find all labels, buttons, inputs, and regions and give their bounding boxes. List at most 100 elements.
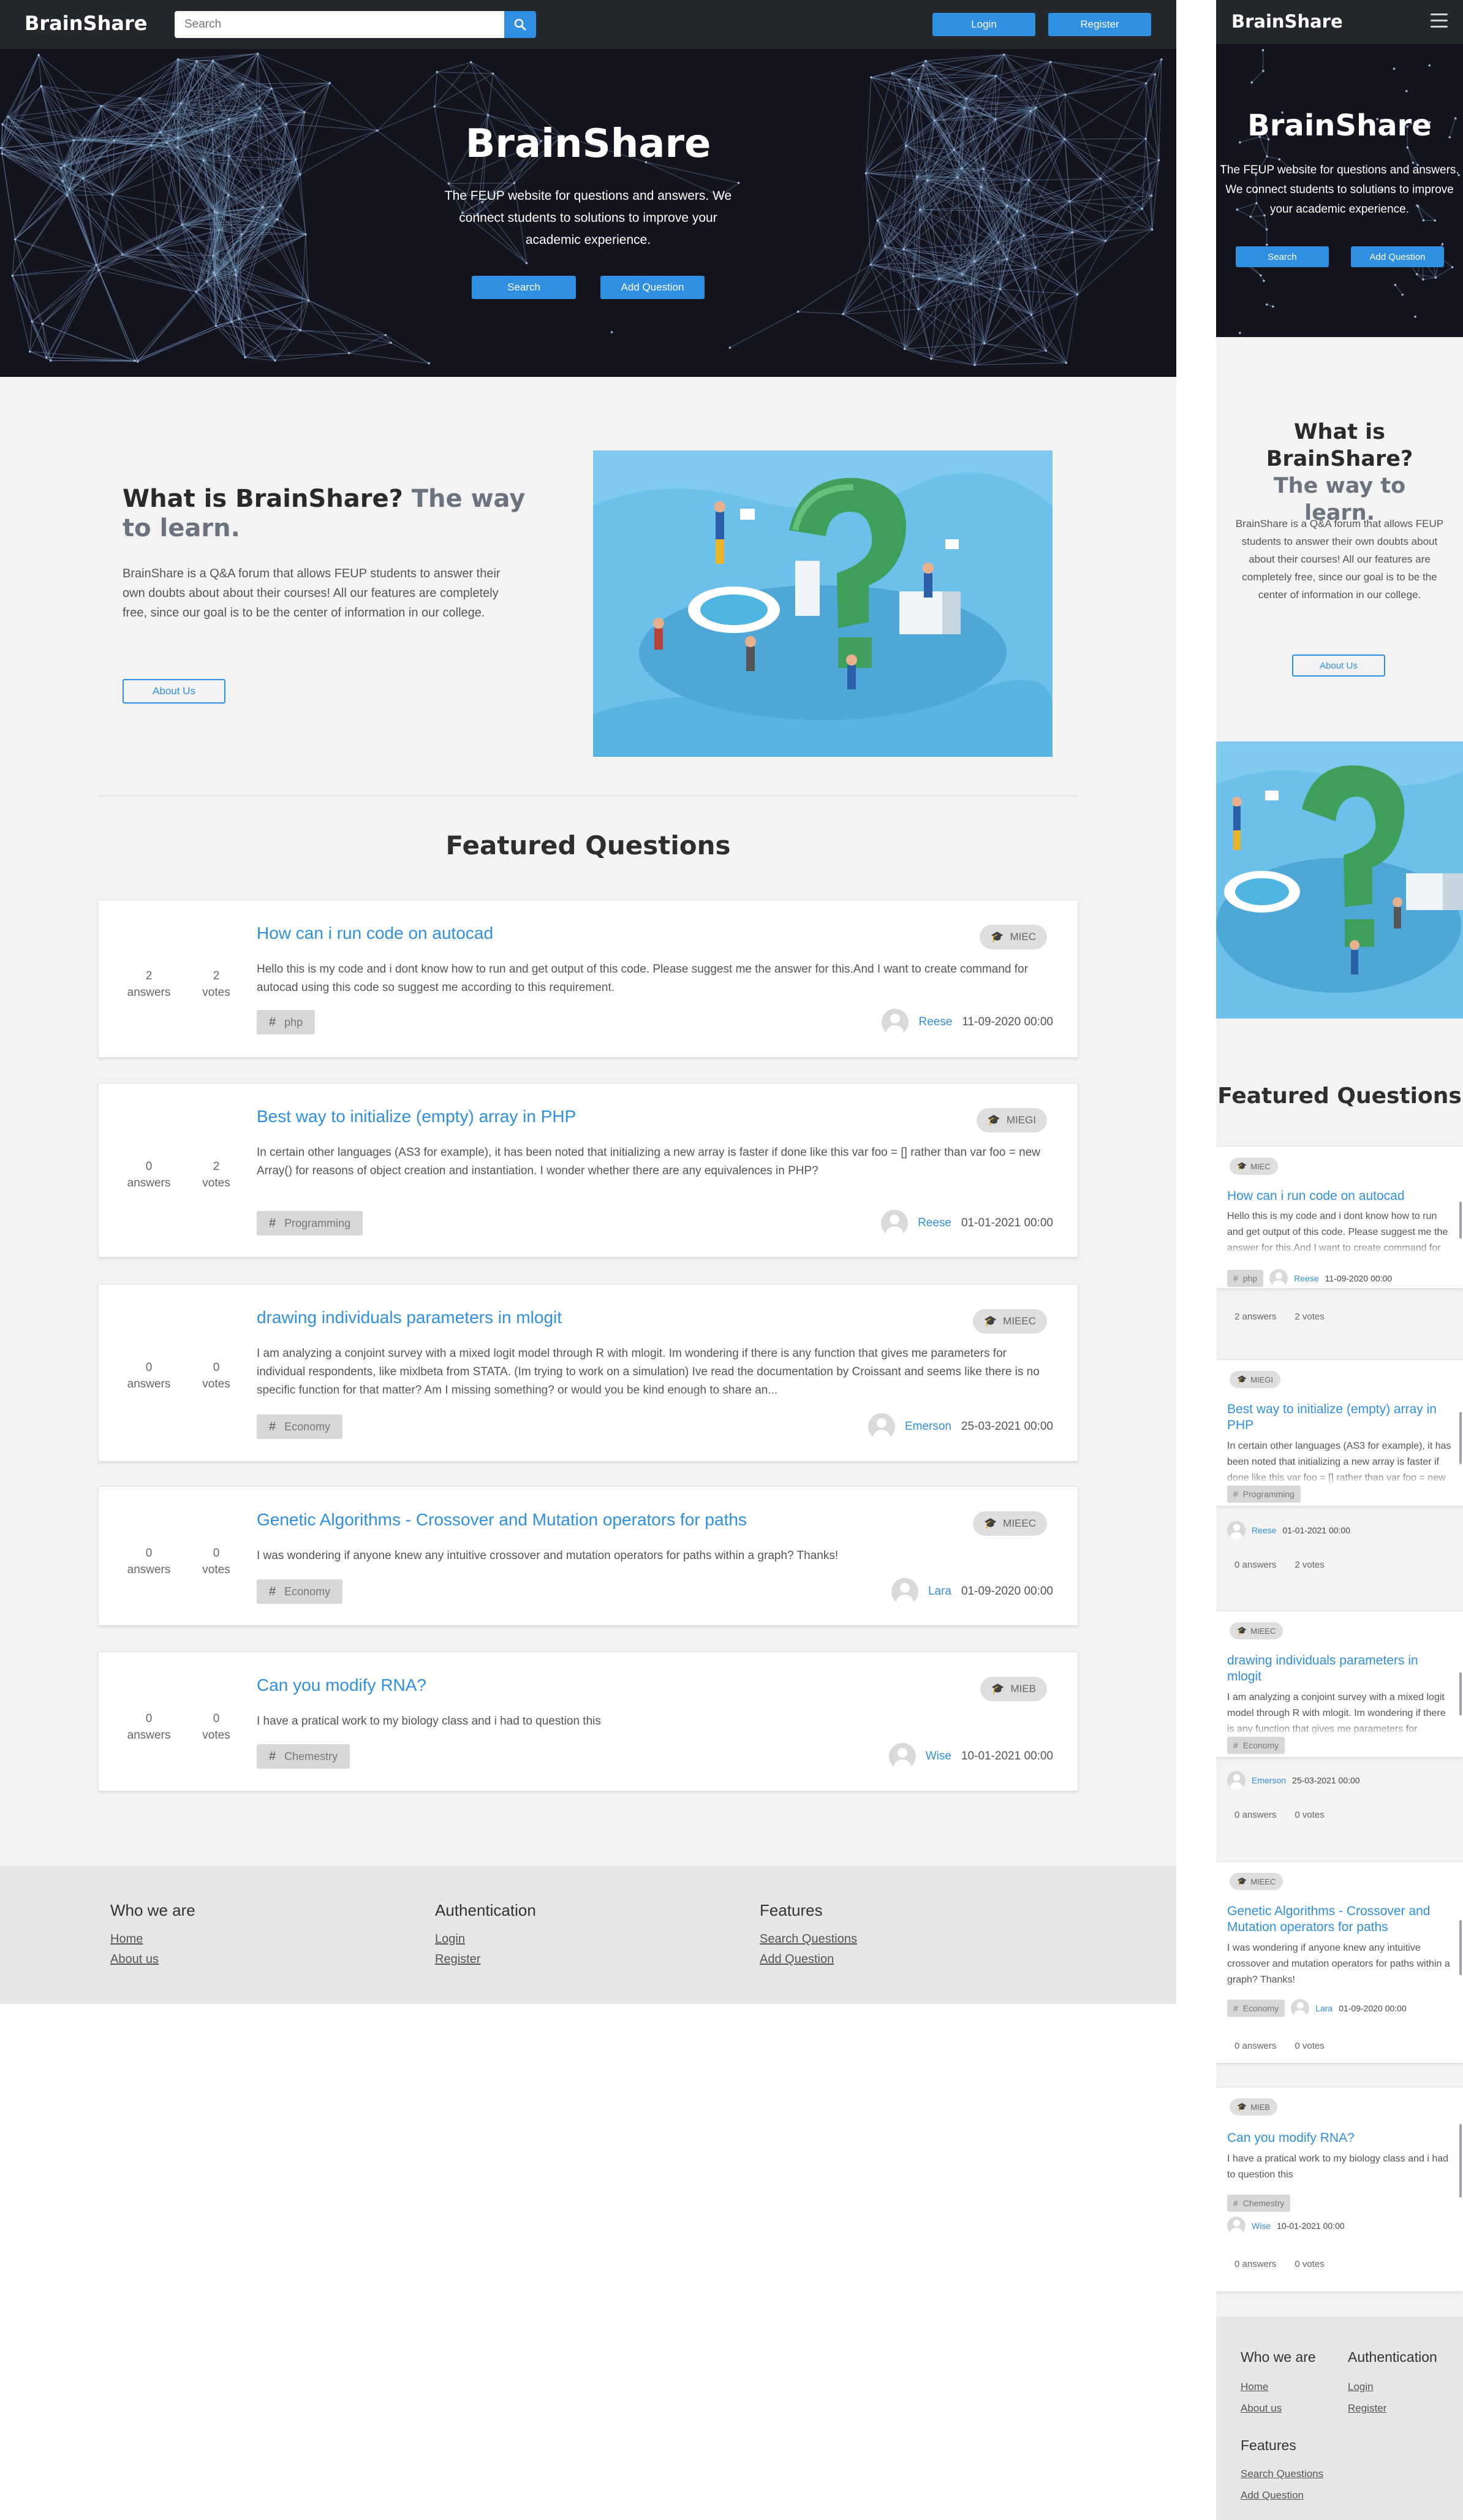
illustration-graphic (593, 450, 1053, 757)
hash-icon: # (269, 1216, 276, 1230)
question-tag[interactable]: # Economy (1227, 2000, 1285, 2017)
footer-link-home[interactable]: Home (1241, 2381, 1268, 2393)
author-name[interactable]: Reese (1252, 1525, 1276, 1535)
scrollbar[interactable] (1459, 1920, 1462, 1975)
author-name[interactable]: Wise (1252, 2221, 1271, 2231)
author-name[interactable]: Lara (1315, 2003, 1333, 2013)
answers-label: answers (127, 986, 171, 999)
author-name[interactable]: Reese (1294, 1273, 1318, 1283)
question-tag[interactable]: # Economy (1227, 1737, 1285, 1754)
author-name[interactable]: Wise (926, 1750, 951, 1763)
course-badge[interactable]: 🎓 MIEC (1230, 1158, 1278, 1175)
login-button[interactable]: Login (932, 13, 1035, 36)
navbar: BrainShare Login Register (0, 0, 1176, 49)
course-badge[interactable]: 🎓 MIEEC (972, 1511, 1047, 1536)
avatar[interactable] (1291, 1999, 1310, 2017)
course-badge[interactable]: 🎓 MIEEC (1230, 1622, 1283, 1639)
footer-link-login[interactable]: Login (1348, 2381, 1374, 2393)
question-card: 🎓 MIEGI Best way to initialize (empty) ar… (1216, 1359, 1463, 1506)
hero-add-question-button[interactable]: Add Question (1351, 246, 1444, 267)
avatar[interactable] (891, 1578, 918, 1605)
avatar[interactable] (1227, 1521, 1246, 1539)
footer-link-add-question[interactable]: Add Question (760, 1953, 857, 1967)
question-title[interactable]: How can i run code on autocad (257, 924, 493, 943)
author-name[interactable]: Reese (918, 1015, 952, 1029)
search-button[interactable] (504, 11, 536, 38)
votes-value: 0 (1295, 1810, 1300, 1820)
votes-label: votes (202, 1729, 230, 1742)
question-tag[interactable]: # Chemestry (257, 1744, 350, 1769)
course-badge[interactable]: 🎓 MIEC (980, 925, 1047, 949)
author-name[interactable]: Reese (918, 1216, 951, 1230)
question-title[interactable]: Can you modify RNA? (1227, 2130, 1454, 2146)
scrollbar[interactable] (1459, 1202, 1462, 1239)
question-tag[interactable]: # Chemestry (1227, 2195, 1291, 2212)
footer-link-register[interactable]: Register (1348, 2402, 1386, 2415)
scrollbar[interactable] (1459, 1412, 1462, 1464)
vote-count: 2 votes (192, 968, 241, 1001)
footer-link-register[interactable]: Register (435, 1953, 536, 1967)
votes-label: votes (1302, 1560, 1325, 1570)
footer-link-add-question[interactable]: Add Question (1241, 2489, 1304, 2502)
author-name[interactable]: Lara (928, 1585, 951, 1598)
hero-search-button[interactable]: Search (1236, 246, 1329, 267)
question-tag[interactable]: # Economy (257, 1579, 343, 1604)
avatar[interactable] (882, 1009, 909, 1036)
course-badge[interactable]: 🎓 MIEB (980, 1677, 1047, 1701)
course-badge[interactable]: 🎓 MIEGI (1230, 1371, 1281, 1388)
footer-link-about[interactable]: About us (110, 1953, 195, 1967)
scrollbar[interactable] (1459, 2124, 1462, 2198)
footer-link-about[interactable]: About us (1241, 2402, 1282, 2415)
question-tag[interactable]: # Programming (1227, 1486, 1301, 1503)
question-title[interactable]: Best way to initialize (empty) array in … (1227, 1402, 1454, 1433)
question-title[interactable]: Genetic Algorithms - Crossover and Mutat… (1227, 1903, 1454, 1935)
course-badge[interactable]: 🎓 MIEB (1230, 2098, 1277, 2116)
author-name[interactable]: Emerson (1252, 1775, 1286, 1785)
question-meta: # Programming (1227, 1484, 1301, 1505)
question-title[interactable]: Genetic Algorithms - Crossover and Mutat… (257, 1510, 747, 1530)
question-tag[interactable]: # php (1227, 1270, 1264, 1287)
search-input[interactable] (175, 11, 504, 38)
about-title: What is BrainShare? The way to learn. (123, 484, 527, 543)
question-title[interactable]: Can you modify RNA? (257, 1676, 426, 1695)
hamburger-menu-icon[interactable] (1431, 13, 1448, 28)
answers-value: 0 (145, 1361, 153, 1374)
question-author: Lara 01-09-2020 00:00 (891, 1578, 1053, 1605)
avatar[interactable] (1227, 1771, 1246, 1789)
avatar[interactable] (868, 1413, 895, 1440)
hero-search-button[interactable]: Search (472, 276, 576, 299)
question-date: 01-01-2021 00:00 (1282, 1525, 1351, 1535)
footer-link-login[interactable]: Login (435, 1932, 536, 1946)
question-title[interactable]: drawing individuals parameters in mlogit (1227, 1653, 1454, 1685)
avatar[interactable] (1269, 1269, 1288, 1288)
avatar[interactable] (881, 1210, 909, 1237)
course-badge[interactable]: 🎓 MIEEC (972, 1309, 1047, 1334)
question-stats: 0 answers 2 votes (1234, 1560, 1325, 1570)
question-mark-illustration (1216, 742, 1463, 1019)
question-title[interactable]: drawing individuals parameters in mlogit (257, 1308, 562, 1327)
footer-link-search-questions[interactable]: Search Questions (1241, 2468, 1323, 2480)
course-badge[interactable]: 🎓 MIEEC (1230, 1873, 1283, 1890)
scrollbar[interactable] (1459, 1672, 1462, 1715)
question-tag[interactable]: # Economy (257, 1414, 343, 1439)
about-section: What is BrainShare? The way to learn. Br… (0, 377, 1176, 794)
question-tag[interactable]: # Programming (257, 1211, 363, 1235)
question-title[interactable]: How can i run code on autocad (1227, 1188, 1454, 1204)
question-stats: 0 answers 0 votes (1234, 2041, 1325, 2051)
about-us-button[interactable]: About Us (123, 679, 225, 704)
votes-label: votes (202, 1378, 230, 1391)
about-us-button[interactable]: About Us (1292, 655, 1385, 677)
register-button[interactable]: Register (1048, 13, 1151, 36)
avatar[interactable] (888, 1743, 916, 1770)
author-name[interactable]: Emerson (905, 1420, 951, 1433)
brand-logo[interactable]: BrainShare (25, 12, 147, 35)
question-tag[interactable]: # php (257, 1010, 316, 1034)
question-title[interactable]: Best way to initialize (empty) array in … (257, 1107, 576, 1126)
course-badge[interactable]: 🎓 MIEGI (976, 1108, 1047, 1133)
brand-logo[interactable]: BrainShare (1231, 11, 1343, 32)
footer-link-home[interactable]: Home (110, 1932, 195, 1946)
hero-add-question-button[interactable]: Add Question (600, 276, 705, 299)
avatar[interactable] (1227, 2217, 1246, 2235)
course-label: MIEB (1250, 2102, 1270, 2112)
footer-link-search-questions[interactable]: Search Questions (760, 1932, 857, 1946)
